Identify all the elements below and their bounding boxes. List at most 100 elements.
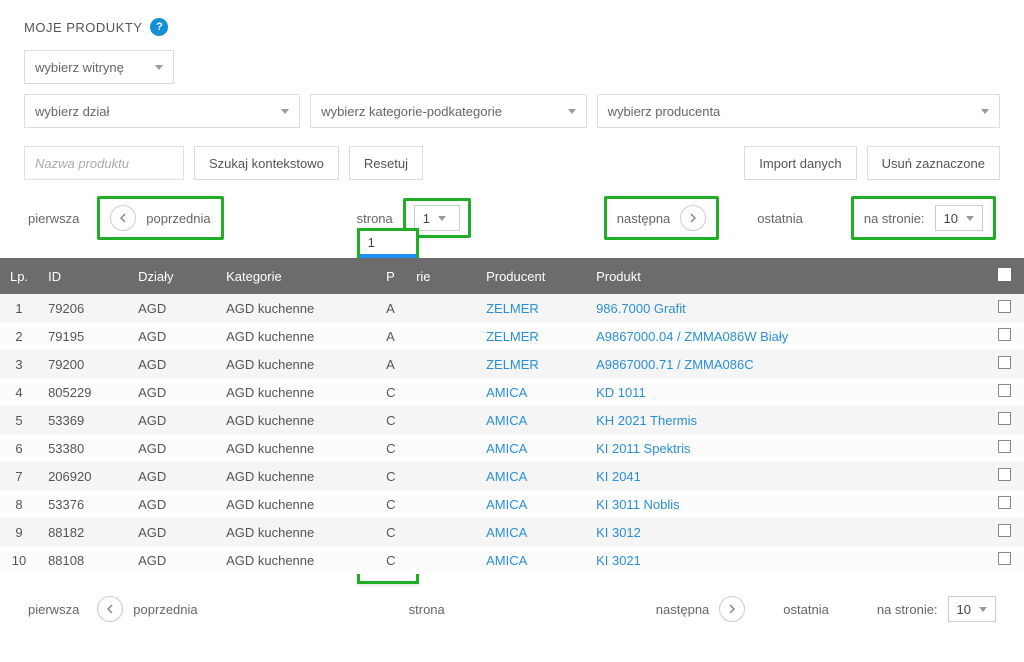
cell-producent[interactable]: ZELMER <box>476 322 586 350</box>
cell-producent[interactable]: AMICA <box>476 406 586 434</box>
row-checkbox[interactable] <box>984 350 1024 378</box>
dept-select-label: wybierz dział <box>35 104 109 119</box>
cell-dzialy: AGD <box>128 350 216 378</box>
prev-page-button-bottom[interactable] <box>97 596 123 622</box>
col-select-all[interactable] <box>984 258 1024 294</box>
cell-produkt[interactable]: KI 2011 Spektris <box>586 434 984 462</box>
cell-produkt[interactable]: KI 3021 <box>586 546 984 574</box>
cell-lp: 2 <box>0 322 38 350</box>
site-select[interactable]: wybierz witrynę <box>24 50 174 84</box>
cell-pod2 <box>406 518 476 546</box>
row-checkbox[interactable] <box>984 406 1024 434</box>
next-page-button[interactable] <box>680 205 706 231</box>
row-checkbox[interactable] <box>984 434 1024 462</box>
table-row: 988182AGDAGD kuchenneCAMICAKI 3012 <box>0 518 1024 546</box>
cell-pod2 <box>406 378 476 406</box>
row-checkbox[interactable] <box>984 322 1024 350</box>
import-button[interactable]: Import danych <box>744 146 856 180</box>
col-pod-right: rie <box>406 258 476 294</box>
delete-selected-button[interactable]: Usuń zaznaczone <box>867 146 1000 180</box>
col-dzialy: Działy <box>128 258 216 294</box>
pager-next-highlight: następna <box>604 196 720 240</box>
cell-dzialy: AGD <box>128 294 216 322</box>
per-page-value-bottom: 10 <box>957 602 971 617</box>
cell-producent[interactable]: ZELMER <box>476 350 586 378</box>
site-select-label: wybierz witrynę <box>35 60 124 75</box>
chevron-down-icon <box>438 216 446 221</box>
cell-kategorie: AGD kuchenne <box>216 462 376 490</box>
reset-button[interactable]: Resetuj <box>349 146 423 180</box>
product-name-input[interactable]: Nazwa produktu <box>24 146 184 180</box>
pager-prev-bottom[interactable]: poprzednia <box>133 602 197 617</box>
dept-select[interactable]: wybierz dział <box>24 94 300 128</box>
table-row: 1088108AGDAGD kuchenneCAMICAKI 3021 <box>0 546 1024 574</box>
cell-produkt[interactable]: KI 3011 Noblis <box>586 490 984 518</box>
cell-dzialy: AGD <box>128 378 216 406</box>
per-page-select-bottom[interactable]: 10 <box>948 596 996 622</box>
cell-producent[interactable]: ZELMER <box>476 294 586 322</box>
cell-produkt[interactable]: KI 2041 <box>586 462 984 490</box>
per-page-label: na stronie: <box>864 211 925 226</box>
row-checkbox[interactable] <box>984 490 1024 518</box>
cell-dzialy: AGD <box>128 546 216 574</box>
pager-last-bottom[interactable]: ostatnia <box>783 602 829 617</box>
cell-lp: 5 <box>0 406 38 434</box>
search-button[interactable]: Szukaj kontekstowo <box>194 146 339 180</box>
prev-page-button[interactable] <box>110 205 136 231</box>
producer-select[interactable]: wybierz producenta <box>597 94 1000 128</box>
page-select[interactable]: 1 <box>414 205 460 231</box>
cell-id: 805229 <box>38 378 128 406</box>
cell-lp: 9 <box>0 518 38 546</box>
cell-pod2 <box>406 434 476 462</box>
chevron-down-icon <box>568 109 576 114</box>
per-page-select[interactable]: 10 <box>935 205 983 231</box>
cell-pod2 <box>406 462 476 490</box>
cell-dzialy: AGD <box>128 518 216 546</box>
cell-pod2 <box>406 294 476 322</box>
cell-kategorie: AGD kuchenne <box>216 434 376 462</box>
page-option[interactable]: 1 <box>360 231 416 254</box>
pager-last[interactable]: ostatnia <box>757 211 803 226</box>
cell-id: 53380 <box>38 434 128 462</box>
category-select[interactable]: wybierz kategorie-podkategorie <box>310 94 586 128</box>
cell-producent[interactable]: AMICA <box>476 378 586 406</box>
pager-first-bottom[interactable]: pierwsza <box>28 602 79 617</box>
cell-producent[interactable]: AMICA <box>476 546 586 574</box>
pager-next-bottom[interactable]: następna <box>656 602 710 617</box>
cell-producent[interactable]: AMICA <box>476 518 586 546</box>
cell-id: 88108 <box>38 546 128 574</box>
cell-lp: 8 <box>0 490 38 518</box>
cell-produkt[interactable]: KH 2021 Thermis <box>586 406 984 434</box>
cell-produkt[interactable]: 986.7000 Grafit <box>586 294 984 322</box>
pager-first[interactable]: pierwsza <box>28 211 79 226</box>
chevron-down-icon <box>281 109 289 114</box>
table-row: 179206AGDAGD kuchenneAZELMER986.7000 Gra… <box>0 294 1024 322</box>
chevron-down-icon <box>979 607 987 612</box>
page-label: strona <box>357 211 393 226</box>
row-checkbox[interactable] <box>984 518 1024 546</box>
table-row: 7206920AGDAGD kuchenneCAMICAKI 2041 <box>0 462 1024 490</box>
cell-produkt[interactable]: KD 1011 <box>586 378 984 406</box>
cell-produkt[interactable]: A9867000.71 / ZMMA086C <box>586 350 984 378</box>
chevron-down-icon <box>155 65 163 70</box>
cell-producent[interactable]: AMICA <box>476 462 586 490</box>
cell-pod: C <box>376 518 406 546</box>
help-icon[interactable]: ? <box>150 18 168 36</box>
per-page-highlight: na stronie: 10 <box>851 196 996 240</box>
row-checkbox[interactable] <box>984 378 1024 406</box>
cell-dzialy: AGD <box>128 406 216 434</box>
next-page-button-bottom[interactable] <box>719 596 745 622</box>
pager-next[interactable]: następna <box>617 211 671 226</box>
cell-pod: C <box>376 546 406 574</box>
row-checkbox[interactable] <box>984 294 1024 322</box>
col-lp: Lp. <box>0 258 38 294</box>
row-checkbox[interactable] <box>984 546 1024 574</box>
pager-prev[interactable]: poprzednia <box>146 211 210 226</box>
cell-producent[interactable]: AMICA <box>476 490 586 518</box>
table-row: 853376AGDAGD kuchenneCAMICAKI 3011 Nobli… <box>0 490 1024 518</box>
cell-produkt[interactable]: A9867000.04 / ZMMA086W Biały <box>586 322 984 350</box>
cell-dzialy: AGD <box>128 490 216 518</box>
row-checkbox[interactable] <box>984 462 1024 490</box>
cell-producent[interactable]: AMICA <box>476 434 586 462</box>
cell-produkt[interactable]: KI 3012 <box>586 518 984 546</box>
